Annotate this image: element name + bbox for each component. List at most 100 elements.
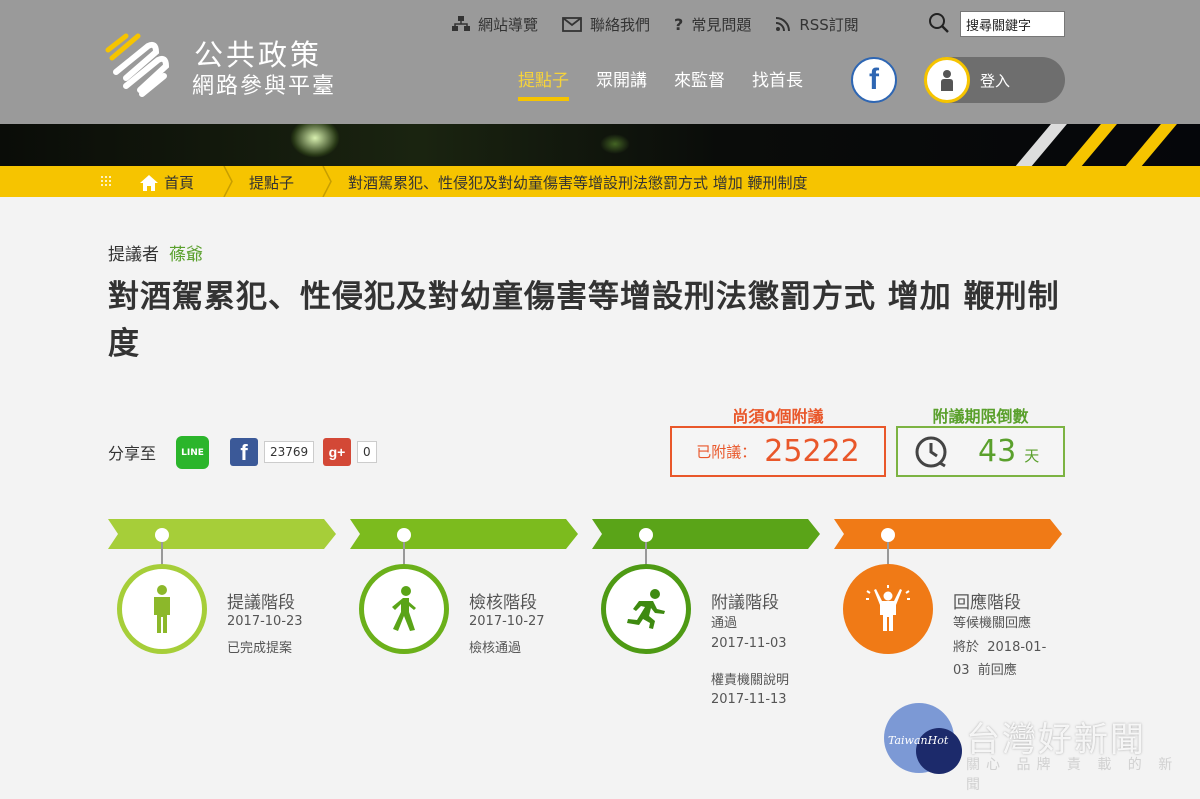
stage-stem (645, 542, 647, 564)
stage-date: 2017-10-23 (227, 614, 303, 629)
breadcrumb-home-label: 首頁 (164, 174, 195, 192)
watermark-subtitle: 關心 品牌 責 載 的 新 聞 (966, 757, 1179, 793)
proposer-name[interactable]: 蓧爺 (169, 245, 203, 265)
proposal-title: 對酒駕累犯、性侵犯及對幼童傷害等增設刑法懲罰方式 增加 鞭刑制度 (108, 279, 1060, 362)
site-header: 公共政策 網路參與平臺 網站導覽 聯絡我們 ? 常見問題 RSS訂閱 提點子 眾… (0, 0, 1200, 124)
googleplus-share-icon[interactable]: g+ (323, 438, 351, 466)
stage-circle-proposal (117, 564, 207, 654)
cheering-person-icon (866, 585, 910, 631)
stage-dot (397, 528, 411, 542)
banner-stripe (1110, 124, 1186, 166)
seconded-count-box: 已附議： 25222 (670, 426, 886, 477)
stage-dot (639, 528, 653, 542)
stage-arrow-response (834, 519, 1062, 549)
header-banner (0, 124, 1200, 166)
home-icon (140, 174, 158, 191)
stage-status: 檢核通過 (469, 641, 522, 656)
rss-label: RSS訂閱 (799, 15, 859, 34)
login-label: 登入 (980, 71, 1011, 90)
stage-circle-review (359, 564, 449, 654)
nav-find-chief[interactable]: 找首長 (752, 66, 803, 101)
top-links: 網站導覽 聯絡我們 ? 常見問題 RSS訂閱 (452, 12, 883, 36)
countdown-unit: 天 (1024, 447, 1040, 465)
stage-status: 03 前回應 (953, 663, 1017, 678)
stage-arrow-seconding (592, 519, 820, 549)
grid-dots-icon[interactable] (100, 175, 112, 187)
user-icon (924, 57, 970, 103)
stage-circle-response (843, 564, 933, 654)
search-icon[interactable] (928, 12, 950, 34)
seconded-value: 25222 (764, 434, 860, 469)
stage-dot (155, 528, 169, 542)
site-title-line2: 網路參與平臺 (192, 74, 337, 99)
stage-date: 2017-11-13 (711, 692, 787, 707)
breadcrumb-section[interactable]: 提點子 (249, 172, 294, 193)
sitemap-label: 網站導覽 (478, 15, 539, 34)
nav-supervise[interactable]: 來監督 (674, 66, 725, 101)
facebook-button[interactable]: f (851, 57, 897, 103)
facebook-share-count: 23769 (264, 441, 315, 463)
stage-status: 等候機關回應 (953, 616, 1032, 631)
standing-person-icon (154, 585, 170, 633)
question-icon: ? (674, 14, 684, 34)
stage-name-seconding: 附議階段 (711, 593, 779, 613)
stage-stem (161, 542, 163, 564)
stage-date: 將於 2018-01- (953, 640, 1047, 655)
proposer: 提議者 蓧爺 (108, 240, 203, 265)
rss-link[interactable]: RSS訂閱 (775, 14, 859, 35)
countdown-value: 43 (978, 434, 1017, 469)
main-nav: 提點子 眾開講 來監督 找首長 (518, 66, 830, 101)
banner-glow-2 (600, 134, 630, 154)
walking-person-icon (392, 586, 416, 631)
share-label: 分享至 (108, 444, 157, 463)
facebook-icon: f (869, 63, 879, 96)
nav-tipoff[interactable]: 提點子 (518, 66, 569, 101)
breadcrumb-home[interactable]: 首頁 (140, 172, 194, 193)
logo-mark-icon (105, 33, 170, 97)
stage-date: 2017-10-27 (469, 614, 545, 629)
stage-name-review: 檢核階段 (469, 593, 537, 613)
watermark-mark: TaiwanHot (888, 734, 949, 747)
remaining-needed-label: 尚須0個附議 (732, 407, 824, 426)
stage-arrow-review (350, 519, 578, 549)
banner-stripe (1000, 124, 1076, 166)
site-logo[interactable]: 公共政策 網路參與平臺 (104, 28, 354, 100)
envelope-icon (562, 16, 582, 32)
faq-label: 常見問題 (691, 15, 752, 34)
stage-status: 權責機關說明 (711, 673, 790, 688)
sitemap-icon (452, 16, 470, 31)
rss-icon (776, 17, 791, 32)
contact-link[interactable]: 聯絡我們 (562, 14, 650, 35)
breadcrumb-separator (223, 166, 233, 197)
login-button[interactable]: 登入 (924, 57, 1065, 103)
seconded-label: 已附議： (696, 443, 757, 461)
stage-status: 已完成提案 (227, 641, 293, 656)
countdown-box: 43 天 (896, 426, 1065, 477)
nav-discussion[interactable]: 眾開講 (596, 66, 647, 101)
banner-stripe (1050, 124, 1126, 166)
stage-arrow-proposal (108, 519, 336, 549)
sitemap-link[interactable]: 網站導覽 (452, 14, 538, 35)
stage-stem (887, 542, 889, 564)
clock-icon (915, 436, 947, 467)
breadcrumb-current: 對酒駕累犯、性侵犯及對幼童傷害等增設刑法懲罰方式 增加 鞭刑制度 (348, 174, 808, 192)
stage-status: 通過 (711, 616, 738, 631)
contact-label: 聯絡我們 (590, 15, 651, 34)
stage-date: 2017-11-03 (711, 636, 787, 651)
googleplus-share-count: 0 (357, 441, 377, 463)
breadcrumb-separator (322, 166, 332, 197)
stage-dot (881, 528, 895, 542)
stage-name-proposal: 提議階段 (227, 593, 295, 613)
faq-link[interactable]: ? 常見問題 (674, 14, 751, 35)
countdown-label: 附議期限倒數 (932, 407, 1029, 426)
stage-circle-seconding (601, 564, 691, 654)
stage-name-response: 回應階段 (953, 593, 1021, 613)
running-person-icon (627, 589, 665, 629)
facebook-share-icon[interactable]: f (230, 438, 258, 466)
proposer-label: 提議者 (108, 245, 159, 265)
breadcrumb: 首頁 提點子 對酒駕累犯、性侵犯及對幼童傷害等增設刑法懲罰方式 增加 鞭刑制度 (0, 166, 1200, 197)
search-input[interactable] (960, 11, 1065, 37)
line-share-icon[interactable]: LINE (176, 436, 209, 469)
stage-stem (403, 542, 405, 564)
banner-glow (290, 124, 340, 158)
